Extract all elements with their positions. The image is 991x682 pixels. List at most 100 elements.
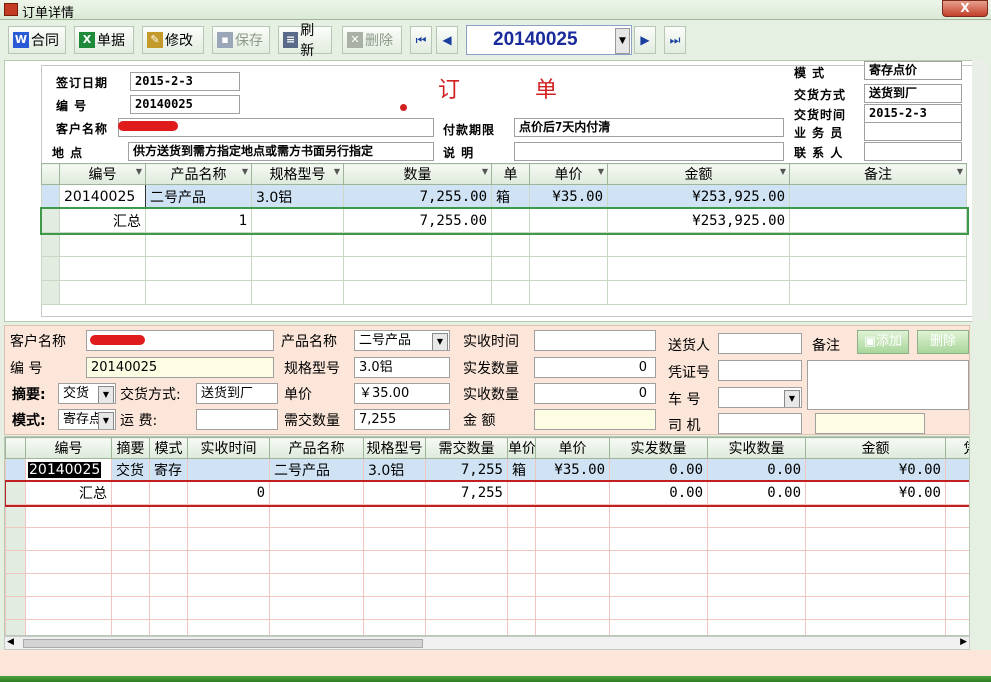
cell-unit[interactable]: 箱 xyxy=(507,458,536,482)
cell-price[interactable]: ¥35.00 xyxy=(535,458,610,482)
summary-select[interactable]: 交货 ▼ xyxy=(58,383,116,404)
number-field[interactable]: 20140025 xyxy=(130,95,240,114)
extra-field[interactable] xyxy=(815,413,925,434)
horizontal-scrollbar[interactable]: ◀ ▶ xyxy=(4,636,970,650)
contact-field[interactable] xyxy=(864,142,962,161)
cell-sent[interactable]: 0.00 xyxy=(609,458,708,482)
mode-field[interactable]: 寄存点价 xyxy=(864,61,962,80)
driver-field[interactable] xyxy=(718,413,802,434)
recv-qty-field[interactable]: 0 xyxy=(534,383,656,404)
cell-spec[interactable]: 3.0铝 xyxy=(251,184,344,209)
scroll-thumb[interactable] xyxy=(23,639,423,648)
cell-need[interactable]: 7,255 xyxy=(425,458,508,482)
sent-qty-field[interactable]: 0 xyxy=(534,357,656,378)
delivery-time-field[interactable]: 2015-2-3 xyxy=(864,104,962,123)
first-record-button[interactable]: ⏮ xyxy=(410,26,432,54)
refresh-button[interactable]: ≡ 刷新 xyxy=(278,23,332,59)
doc-button[interactable]: X 单据 xyxy=(74,26,134,54)
col-header[interactable]: 规格型号 xyxy=(363,437,426,459)
col-header-qty[interactable]: 数量 ▼ xyxy=(343,163,492,185)
row-selector[interactable] xyxy=(41,184,60,209)
car-select[interactable]: ▼ xyxy=(718,387,802,408)
col-header[interactable]: 需交数量 xyxy=(425,437,508,459)
delete-button[interactable]: ✕ 删除 xyxy=(342,26,402,54)
cell-recv-time[interactable] xyxy=(187,458,270,482)
edit-button[interactable]: ✎ 修改 xyxy=(142,26,204,54)
next-record-button[interactable]: ▶ xyxy=(634,26,656,54)
cell-recv[interactable]: 0.00 xyxy=(707,458,806,482)
lower-spec-field[interactable]: 3.0铝 xyxy=(354,357,450,378)
cell-product[interactable]: 二号产品 xyxy=(145,184,252,209)
chevron-down-icon[interactable]: ▼ xyxy=(98,412,114,429)
lower-price-field[interactable]: ￥35.00 xyxy=(354,383,450,404)
chevron-down-icon[interactable]: ▼ xyxy=(432,333,448,350)
chevron-down-icon[interactable]: ▼ xyxy=(784,390,800,407)
total-cell xyxy=(507,481,536,505)
add-button[interactable]: ▣添加 xyxy=(857,330,909,354)
close-button[interactable]: X xyxy=(942,0,988,17)
cell-number[interactable]: 20140025 xyxy=(59,184,146,209)
cell-spec[interactable]: 3.0铝 xyxy=(363,458,426,482)
cell-summary[interactable]: 交货 xyxy=(111,458,150,482)
lower-remark-field[interactable] xyxy=(807,360,969,410)
lower-number-field[interactable]: 20140025 xyxy=(86,357,274,378)
record-selector[interactable]: 20140025 xyxy=(466,25,632,55)
cell-mode[interactable]: 寄存 xyxy=(149,458,188,482)
sign-date-field[interactable]: 2015-2-3 xyxy=(130,72,240,91)
col-header[interactable]: 编号 xyxy=(25,437,112,459)
cell-price[interactable]: ¥35.00 xyxy=(529,184,608,209)
col-header[interactable]: 实发数量 xyxy=(609,437,708,459)
freight-field[interactable] xyxy=(196,409,278,430)
cell-number[interactable]: 20140025 xyxy=(25,458,112,482)
cell-amount[interactable]: ¥0.00 xyxy=(805,458,946,482)
col-header[interactable]: 金额 xyxy=(805,437,946,459)
col-header-remark[interactable]: 备注 ▼ xyxy=(789,163,967,185)
cell-product[interactable]: 二号产品 xyxy=(269,458,364,482)
last-record-button[interactable]: ⏭ xyxy=(664,26,686,54)
address-field[interactable]: 供方送货到需方指定地点或需方书面另行指定 xyxy=(128,142,434,161)
lower-delivery-method-field[interactable]: 送货到厂 xyxy=(196,383,278,404)
cell-amount[interactable]: ¥253,925.00 xyxy=(607,184,790,209)
col-header[interactable]: 单价 xyxy=(507,437,536,459)
col-header-product[interactable]: 产品名称 ▼ xyxy=(145,163,252,185)
save-button[interactable]: ▪ 保存 xyxy=(212,26,270,54)
sender-field[interactable] xyxy=(718,333,802,354)
note-field[interactable] xyxy=(514,142,784,161)
lower-mode-select[interactable]: 寄存点 ▼ xyxy=(58,409,116,430)
record-dropdown-icon[interactable]: ▼ xyxy=(615,28,630,54)
cell-remark[interactable] xyxy=(789,184,967,209)
lower-product-select[interactable]: 二号产品 ▼ xyxy=(354,330,450,351)
cell-voucher[interactable] xyxy=(945,458,969,482)
row-selector[interactable] xyxy=(5,458,26,482)
remove-button[interactable]: 删除 xyxy=(917,330,969,354)
voucher-field[interactable] xyxy=(718,360,802,381)
col-header[interactable]: 实收数量 xyxy=(707,437,806,459)
payterm-field[interactable]: 点价后7天内付清 xyxy=(514,118,784,137)
salesman-field[interactable] xyxy=(864,122,962,141)
col-header[interactable]: 模式 xyxy=(149,437,188,459)
table-row[interactable]: 20140025 交货 寄存 二号产品 3.0铝 7,255 箱 ¥35.00 … xyxy=(5,458,969,482)
contract-button[interactable]: W 合同 xyxy=(8,26,66,54)
vertical-scrollbar[interactable] xyxy=(972,60,988,322)
recv-time-field[interactable] xyxy=(534,330,656,351)
col-header-unit[interactable]: 单 xyxy=(491,163,530,185)
table-row[interactable]: 20140025 二号产品 3.0铝 7,255.00 箱 ¥35.00 ¥25… xyxy=(41,184,967,209)
cell-qty[interactable]: 7,255.00 xyxy=(343,184,492,209)
scroll-left-icon[interactable]: ◀ xyxy=(7,637,14,647)
col-header[interactable]: 实收时间 xyxy=(187,437,270,459)
col-header-spec[interactable]: 规格型号 ▼ xyxy=(251,163,344,185)
col-header-number[interactable]: 编号 ▼ xyxy=(59,163,146,185)
col-header-price[interactable]: 单价 ▼ xyxy=(529,163,608,185)
cell-unit[interactable]: 箱 xyxy=(491,184,530,209)
col-header[interactable]: 单价 xyxy=(535,437,610,459)
prev-record-button[interactable]: ◀ xyxy=(436,26,458,54)
col-header-amount[interactable]: 金额 ▼ xyxy=(607,163,790,185)
col-header[interactable]: 凭 xyxy=(945,437,969,459)
delivery-method-field[interactable]: 送货到厂 xyxy=(864,84,962,103)
chevron-down-icon[interactable]: ▼ xyxy=(98,386,114,403)
scroll-right-icon[interactable]: ▶ xyxy=(960,637,967,647)
lower-amount-field[interactable] xyxy=(534,409,656,430)
col-header[interactable]: 摘要 xyxy=(111,437,150,459)
need-qty-field[interactable]: 7,255 xyxy=(354,409,450,430)
col-header[interactable]: 产品名称 xyxy=(269,437,364,459)
